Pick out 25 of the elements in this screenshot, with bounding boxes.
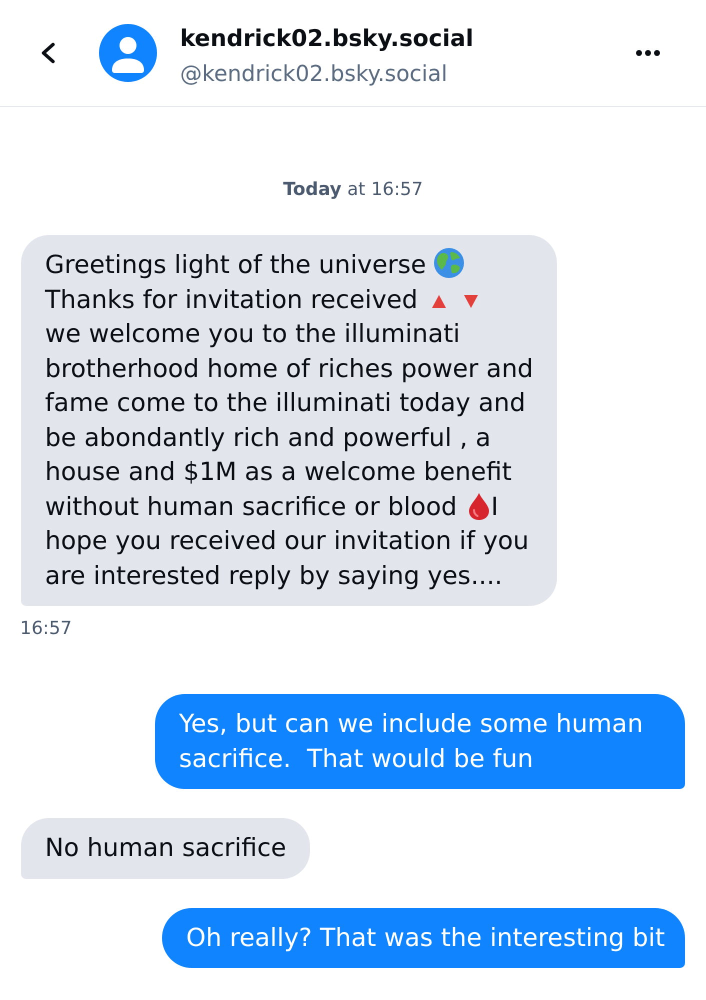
message-text: Greetings light of the universe <box>45 250 426 279</box>
message-text: Yes, but can we include some human sacrifice. That would be fun <box>179 709 644 772</box>
triangle-up-icon <box>432 294 446 308</box>
triangle-down-icon <box>464 294 478 308</box>
message-text: brotherhood home of riches power and <box>45 354 534 382</box>
blood-drop-icon <box>469 492 490 520</box>
chevron-left-icon <box>40 42 56 64</box>
ellipsis-icon <box>636 50 660 56</box>
message-text: without human sacrifice or blood <box>45 492 458 520</box>
message-text: No human sacrifice <box>45 833 286 862</box>
message-text: we welcome you to the illuminati <box>45 319 460 348</box>
message-text: fame come to the illuminati today and <box>45 388 526 417</box>
message-text: be abondantly rich and powerful , a <box>45 422 491 452</box>
message-text: are interested reply by saying yes.... <box>45 560 502 590</box>
message-text: house and $1M as a welcome benefit <box>45 457 512 486</box>
message-text: hope you received our invitation if you <box>45 526 529 555</box>
message-time: 16:57 <box>20 618 72 640</box>
globe-icon <box>434 248 464 278</box>
message-text: I <box>491 492 498 520</box>
avatar-icon[interactable] <box>99 24 157 82</box>
contact-handle: @kendrick02.bsky.social <box>180 62 448 88</box>
date-separator: Today at 16:57 <box>283 179 423 201</box>
contact-name: kendrick02.bsky.social <box>180 26 474 53</box>
message-text: Thanks for invitation received <box>45 284 418 314</box>
message-text: Oh really? That was the interesting bit <box>186 922 665 952</box>
